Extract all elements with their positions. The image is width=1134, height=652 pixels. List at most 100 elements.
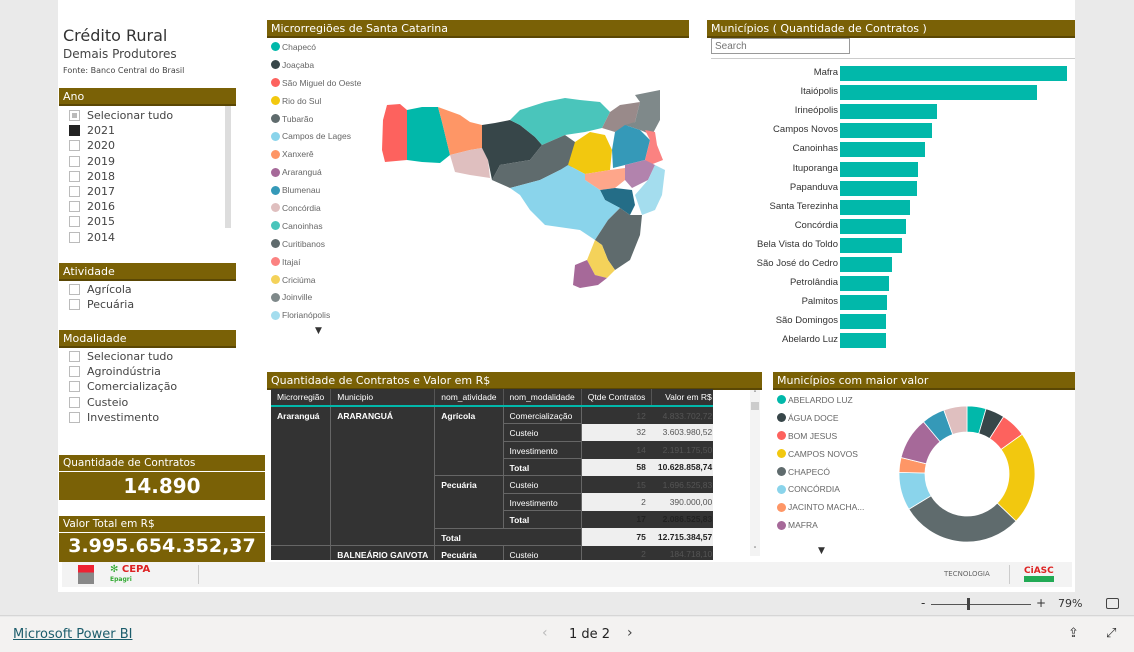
bar-row[interactable]: Irineópolis	[706, 102, 1076, 121]
checkbox-icon[interactable]	[69, 381, 80, 393]
bar[interactable]	[840, 237, 902, 253]
map-legend-item[interactable]: Blumenau	[271, 181, 381, 199]
modalidade-option[interactable]: Custeio	[59, 395, 236, 410]
bar[interactable]	[840, 123, 932, 139]
scroll-down-icon[interactable]: ˅	[750, 546, 760, 554]
share-icon[interactable]: ⇪	[1068, 626, 1079, 641]
map-legend-item[interactable]: Curitibanos	[271, 235, 381, 253]
fit-to-page-icon[interactable]	[1106, 598, 1119, 609]
region-sao-miguel[interactable]	[382, 104, 407, 162]
bar[interactable]	[840, 104, 937, 120]
map-legend-item[interactable]: Itajaí	[271, 253, 381, 271]
donut-chart[interactable]	[890, 398, 1040, 548]
bar-row[interactable]: Palmitos	[706, 293, 1076, 312]
ano-option[interactable]: 2016	[59, 199, 236, 214]
checkbox-icon[interactable]	[69, 140, 80, 152]
checkbox-icon[interactable]	[69, 186, 80, 198]
zoom-slider-handle[interactable]	[967, 598, 970, 610]
bar[interactable]	[840, 161, 918, 177]
column-header[interactable]: Microrregião	[271, 389, 332, 408]
donut-legend-item[interactable]: ABELARDO LUZ	[777, 391, 877, 409]
fullscreen-icon[interactable]: ⤢	[1106, 626, 1116, 641]
checkbox-icon[interactable]	[69, 125, 80, 137]
column-header[interactable]: Qtde Contratos	[581, 389, 653, 408]
zoom-in-button[interactable]: +	[1036, 596, 1046, 610]
bar[interactable]	[840, 295, 887, 311]
modalidade-option[interactable]: Comercialização	[59, 379, 236, 394]
atividade-option[interactable]: Pecuária	[59, 297, 236, 312]
checkbox-icon[interactable]	[69, 155, 80, 167]
checkbox-icon[interactable]	[69, 299, 80, 311]
ano-option[interactable]: 2021	[59, 123, 236, 138]
map-legend-item[interactable]: Criciúma	[271, 271, 381, 289]
ano-option[interactable]: 2015	[59, 214, 236, 229]
bar-row[interactable]: Ituporanga	[706, 160, 1076, 179]
map-legend-item[interactable]: Florianópolis	[271, 306, 381, 324]
ano-option[interactable]: Selecionar tudo	[59, 108, 236, 123]
column-header[interactable]: nom_atividade	[434, 389, 504, 408]
map-legend-item[interactable]: Tubarão	[271, 110, 381, 128]
modalidade-option[interactable]: Investimento	[59, 410, 236, 425]
ano-option[interactable]: 2018	[59, 169, 236, 184]
ano-option[interactable]: 2020	[59, 138, 236, 153]
table-scrollbar[interactable]: ˄ ˅	[750, 390, 760, 556]
map-legend-item[interactable]: Rio do Sul	[271, 92, 381, 110]
column-header[interactable]: Municipio	[330, 389, 436, 408]
bar-row[interactable]: Canoinhas	[706, 140, 1076, 159]
bar[interactable]	[840, 333, 886, 349]
map-legend-item[interactable]: Joinville	[271, 288, 381, 306]
donut-legend-item[interactable]: CHAPECÓ	[777, 463, 877, 481]
column-header[interactable]: Valor em R$	[651, 389, 713, 408]
modalidade-option[interactable]: Selecionar tudo	[59, 349, 236, 364]
bar[interactable]	[840, 66, 1067, 81]
bar-row[interactable]: Concórdia	[706, 217, 1076, 236]
donut-legend-item[interactable]: MAFRA	[777, 516, 877, 534]
bar-row[interactable]: Mafra	[706, 64, 1076, 83]
zoom-out-button[interactable]: -	[921, 596, 925, 610]
checkbox-icon[interactable]	[69, 216, 80, 228]
checkbox-icon[interactable]	[69, 170, 80, 182]
map-legend-item[interactable]: Joaçaba	[271, 56, 381, 74]
bar[interactable]	[840, 257, 892, 272]
bar-row[interactable]: Abelardo Luz	[706, 331, 1076, 350]
donut-legend-more-icon[interactable]: ▼	[818, 546, 825, 556]
map-legend-item[interactable]: Concórdia	[271, 199, 381, 217]
checkbox-icon[interactable]	[69, 351, 80, 363]
bar-row[interactable]: Bela Vista do Toldo	[706, 236, 1076, 255]
ano-option[interactable]: 2019	[59, 154, 236, 169]
bar-row[interactable]: Itaiópolis	[706, 83, 1076, 102]
checkbox-icon[interactable]	[69, 201, 80, 213]
donut-legend-item[interactable]: ÁGUA DOCE	[777, 409, 877, 427]
checkbox-icon[interactable]	[69, 366, 80, 378]
bar[interactable]	[840, 218, 906, 234]
checkbox-icon[interactable]	[69, 284, 80, 296]
ano-scrollbar[interactable]	[225, 106, 231, 228]
bar-row[interactable]: Petrolândia	[706, 274, 1076, 293]
donut-legend-item[interactable]: CONCÓRDIA	[777, 480, 877, 498]
map-legend-item[interactable]: Chapecó	[271, 38, 381, 56]
zoom-slider[interactable]	[931, 604, 1031, 605]
bar[interactable]	[840, 276, 889, 292]
map-legend-item[interactable]: Campos de Lages	[271, 127, 381, 145]
bar[interactable]	[840, 199, 910, 215]
donut-legend-item[interactable]: JACINTO MACHA...	[777, 498, 877, 516]
checkbox-icon[interactable]	[69, 396, 80, 408]
map-legend-item[interactable]: Xanxerê	[271, 145, 381, 163]
map-legend-item[interactable]: Araranguá	[271, 163, 381, 181]
checkbox-icon[interactable]	[69, 231, 80, 243]
scroll-thumb[interactable]	[751, 402, 759, 410]
map-legend-item[interactable]: Canoinhas	[271, 217, 381, 235]
atividade-option[interactable]: Agrícola	[59, 282, 236, 297]
map-legend-item[interactable]: São Miguel do Oeste	[271, 74, 381, 92]
donut-legend-item[interactable]: BOM JESUS	[777, 427, 877, 445]
prev-page-icon[interactable]: ‹	[542, 625, 548, 641]
bar-row[interactable]: Campos Novos	[706, 121, 1076, 140]
bar[interactable]	[840, 180, 917, 196]
legend-more-arrow-icon[interactable]: ▼	[315, 326, 322, 336]
ano-option[interactable]: 2014	[59, 230, 236, 245]
region-rio-do-sul[interactable]	[568, 132, 612, 174]
bar-row[interactable]: Santa Terezinha	[706, 198, 1076, 217]
bar[interactable]	[840, 314, 886, 330]
scroll-up-icon[interactable]: ˄	[750, 390, 760, 398]
power-bi-link[interactable]: Microsoft Power BI	[13, 627, 132, 642]
